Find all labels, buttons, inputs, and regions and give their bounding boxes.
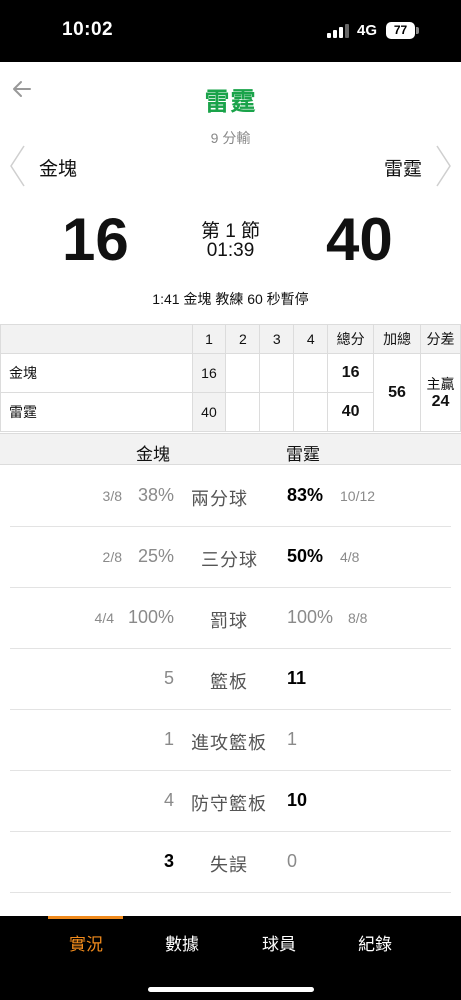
status-time: 10:02 (62, 19, 114, 40)
stat-row-turnovers: 3 失誤 0 (10, 832, 451, 893)
header-q4: 4 (293, 324, 329, 354)
stat-row-rebounds: 5 籃板 11 (10, 649, 451, 710)
left-value: 4 (163, 790, 174, 810)
stat-label: 三分球 (201, 550, 258, 570)
tab-players[interactable]: 球員 (262, 930, 296, 955)
diff-value: 24 (431, 392, 450, 410)
bottom-tab-bar: 實況 數據 球員 紀錄 (0, 916, 461, 1000)
stat-label: 罰球 (210, 611, 248, 631)
chevron-right-icon (436, 145, 451, 187)
row-total: 40 (327, 392, 375, 432)
stat-label: 防守籃板 (191, 794, 267, 814)
row-q4 (293, 353, 329, 393)
right-fraction: 4/8 (340, 549, 360, 565)
signal-icon (327, 24, 351, 38)
header-sum: 加總 (373, 324, 422, 354)
left-value: 25% (137, 546, 174, 566)
tab-stats[interactable]: 數據 (165, 930, 199, 955)
left-value: 1 (163, 729, 174, 749)
stat-label: 兩分球 (191, 489, 248, 509)
game-result-subtitle: 9 分輸 (210, 130, 251, 146)
left-value: 38% (137, 485, 174, 505)
away-team-name[interactable]: 金塊 (39, 154, 77, 181)
right-fraction: 8/8 (348, 610, 368, 626)
right-value: 50% (287, 546, 324, 566)
stat-row-ft: 4/4 100% 罰球 100% 8/8 (10, 588, 451, 649)
prev-team-button[interactable] (8, 144, 28, 188)
status-bar: 10:02 4G 77 (0, 0, 461, 62)
right-value: 83% (287, 485, 324, 505)
battery-tip (416, 27, 419, 34)
stats-right-team: 雷霆 (286, 445, 320, 464)
score-diff: 主贏 24 (420, 353, 461, 432)
row-q2 (225, 353, 261, 393)
stat-row-3pt: 2/8 25% 三分球 50% 4/8 (10, 527, 451, 588)
box-score-table: 1 2 3 4 總分 加總 分差 金塊 16 16 56 主贏 24 雷霆 40… (0, 324, 461, 432)
left-value: 100% (127, 607, 174, 627)
row-q2 (225, 392, 261, 432)
row-q1: 40 (191, 392, 227, 432)
right-value: 100% (287, 607, 334, 627)
next-team-button[interactable] (433, 144, 453, 188)
header-q3: 3 (259, 324, 295, 354)
active-tab-indicator (48, 916, 123, 919)
stat-label: 進攻籃板 (191, 733, 267, 753)
left-value: 5 (163, 668, 174, 688)
home-indicator[interactable] (148, 987, 314, 992)
row-total: 16 (327, 353, 375, 393)
right-value: 1 (287, 729, 298, 749)
right-value: 11 (287, 668, 307, 688)
tab-records[interactable]: 紀錄 (358, 930, 392, 955)
combined-total: 56 (373, 353, 422, 432)
home-team-name[interactable]: 雷霆 (384, 154, 422, 181)
network-label: 4G (357, 22, 378, 39)
header-q2: 2 (225, 324, 261, 354)
stat-row-2pt: 3/8 38% 兩分球 83% 10/12 (10, 466, 451, 527)
right-fraction: 10/12 (340, 488, 376, 504)
left-fraction: 3/8 (102, 488, 122, 504)
home-score: 40 (326, 206, 393, 273)
last-event-text: 1:41 金塊 教練 60 秒暫停 (152, 291, 309, 307)
diff-label: 主贏 (426, 375, 455, 392)
right-value: 10 (287, 790, 308, 810)
header-total: 總分 (327, 324, 375, 354)
left-fraction: 4/4 (94, 610, 114, 626)
page-title: 雷霆 (204, 88, 257, 116)
stat-row-off-rebounds: 1 進攻籃板 1 (10, 710, 451, 771)
header-diff: 分差 (420, 324, 461, 354)
left-fraction: 2/8 (102, 549, 122, 565)
tab-live[interactable]: 實況 (69, 930, 103, 955)
row-q1: 16 (191, 353, 227, 393)
row-q3 (259, 353, 295, 393)
header-q1: 1 (191, 324, 227, 354)
row-q3 (259, 392, 295, 432)
stat-label: 失誤 (210, 855, 248, 875)
row-q4 (293, 392, 329, 432)
stat-label: 籃板 (210, 672, 248, 692)
right-value: 0 (287, 851, 298, 871)
game-screen: 雷霆 9 分輸 金塊 雷霆 16 第 1 節 01:39 40 1:41 金塊 … (0, 62, 461, 916)
row-team: 金塊 (0, 353, 193, 393)
stat-row-def-rebounds: 4 防守籃板 10 (10, 771, 451, 832)
table-row: 金塊 16 16 56 主贏 24 (0, 353, 461, 432)
chevron-left-icon (10, 145, 25, 187)
stats-left-team: 金塊 (136, 445, 170, 464)
left-value: 3 (163, 851, 174, 871)
battery-icon: 77 (386, 22, 415, 39)
box-score-header-row: 1 2 3 4 總分 加總 分差 (0, 324, 461, 354)
header-team (0, 324, 193, 354)
stats-header: 金塊 雷霆 (0, 433, 461, 465)
row-team: 雷霆 (0, 392, 193, 432)
